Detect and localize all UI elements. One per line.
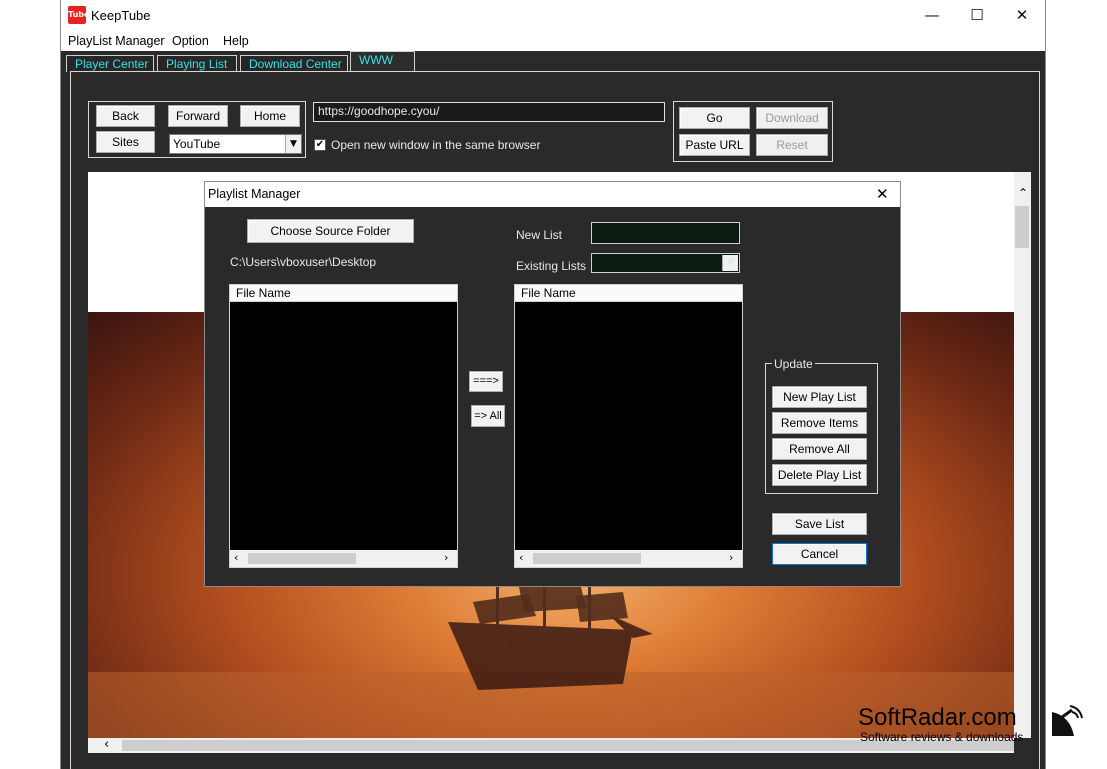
go-button[interactable]: Go (679, 107, 750, 129)
tab-playing-list[interactable]: Playing List (157, 55, 237, 72)
existing-lists-select[interactable]: ▼ (591, 253, 740, 273)
new-play-list-button[interactable]: New Play List (772, 386, 867, 408)
reset-button[interactable]: Reset (756, 134, 828, 156)
playlist-file-name-header[interactable]: File Name (515, 285, 742, 302)
tab-www[interactable]: WWW (350, 51, 415, 71)
same-window-checkbox[interactable]: ✔ (314, 139, 326, 151)
move-selected-button[interactable]: ===> (469, 371, 503, 392)
site-select-value: YouTube (173, 137, 221, 151)
scroll-left-icon[interactable]: ‹ (234, 551, 238, 564)
cancel-button[interactable]: Cancel (772, 543, 867, 565)
url-input[interactable]: https://goodhope.cyou/ (313, 102, 665, 122)
scroll-thumb[interactable] (248, 553, 356, 564)
satellite-dish-icon (1052, 705, 1083, 736)
new-list-input[interactable] (591, 222, 740, 244)
home-button[interactable]: Home (240, 105, 300, 127)
keeptube-logo-icon: Tube (68, 6, 89, 24)
new-list-label: New List (516, 228, 563, 242)
close-icon[interactable]: ✕ (1007, 4, 1037, 26)
site-select[interactable]: YouTube ▼ (169, 134, 302, 154)
dialog-close-icon[interactable]: ✕ (876, 185, 889, 203)
maximize-icon[interactable]: ☐ (962, 4, 992, 26)
source-list-horizontal-scrollbar[interactable]: ‹ › (230, 550, 457, 567)
forward-button[interactable]: Forward (168, 105, 228, 127)
scroll-left-icon[interactable]: ‹ (519, 551, 523, 564)
update-group-label: Update (772, 357, 815, 371)
same-window-label: Open new window in the same browser (331, 138, 541, 152)
menu-playlist-manager[interactable]: PlayList Manager (68, 34, 165, 48)
menu-option[interactable]: Option (172, 34, 209, 48)
tab-player-center[interactable]: Player Center (66, 55, 154, 72)
paste-url-button[interactable]: Paste URL (679, 134, 750, 156)
scroll-left-icon[interactable]: ‹ (104, 738, 109, 752)
menu-help[interactable]: Help (223, 34, 249, 48)
source-file-name-header[interactable]: File Name (230, 285, 457, 302)
back-button[interactable]: Back (96, 105, 155, 127)
softradar-brand: SoftRadar.com (858, 704, 1017, 731)
scroll-right-icon[interactable]: › (444, 551, 448, 564)
remove-items-button[interactable]: Remove Items (772, 412, 867, 434)
download-button[interactable]: Download (756, 107, 828, 129)
dialog-title: Playlist Manager (208, 187, 301, 201)
delete-play-list-button[interactable]: Delete Play List (772, 464, 867, 486)
source-file-list[interactable]: File Name ‹ › (229, 284, 458, 568)
window-title: KeepTube (91, 8, 151, 23)
existing-lists-label: Existing Lists (516, 259, 587, 273)
tab-download-center[interactable]: Download Center (240, 55, 348, 72)
remove-all-button[interactable]: Remove All (772, 438, 867, 460)
playlist-file-list[interactable]: File Name ‹ › (514, 284, 743, 568)
save-list-button[interactable]: Save List (772, 513, 867, 535)
scroll-thumb[interactable] (1015, 206, 1029, 248)
chevron-down-icon[interactable]: ▼ (722, 255, 738, 271)
scroll-thumb[interactable] (533, 553, 641, 564)
chevron-down-icon[interactable]: ▼ (285, 135, 301, 153)
choose-source-folder-button[interactable]: Choose Source Folder (247, 219, 414, 243)
title-bar[interactable] (61, 0, 1045, 30)
sites-button[interactable]: Sites (96, 131, 155, 153)
move-all-button[interactable]: => All (471, 405, 505, 427)
browser-vertical-scrollbar[interactable]: ⌃ (1014, 172, 1031, 738)
scroll-up-icon[interactable]: ⌃ (1018, 186, 1028, 200)
scroll-right-icon[interactable]: › (729, 551, 733, 564)
dialog-title-bar[interactable] (205, 182, 900, 207)
source-folder-path: C:\Users\vboxuser\Desktop (230, 255, 377, 269)
minimize-icon[interactable]: — (917, 4, 947, 26)
playlist-horizontal-scrollbar[interactable]: ‹ › (515, 550, 742, 567)
softradar-tagline: Software reviews & downloads (860, 730, 1024, 744)
